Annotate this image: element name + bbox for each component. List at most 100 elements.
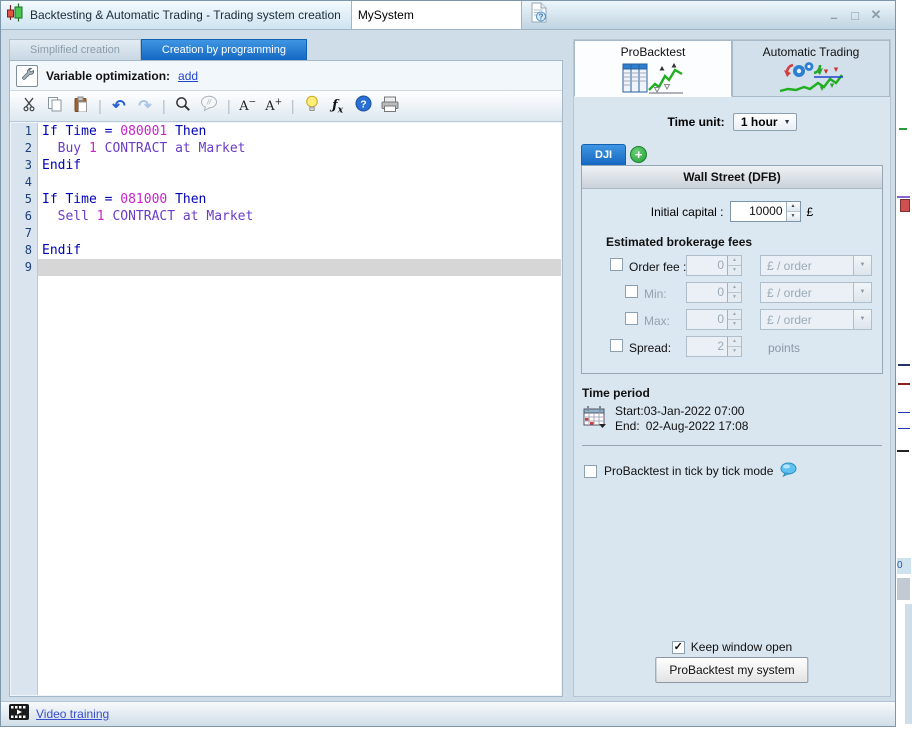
editor-line[interactable]: 7 [11, 225, 561, 242]
tab-market-dji[interactable]: DJI [581, 144, 627, 165]
fee-unit-value: £ / order [767, 313, 812, 327]
editor-line[interactable]: 9 [11, 259, 561, 276]
mode-tab-label: Automatic Trading [762, 45, 860, 59]
editor-line[interactable]: 1 If Time = 080001 Then [11, 123, 561, 140]
spin-down-icon[interactable]: ▼ [728, 293, 741, 302]
spin-down-icon[interactable]: ▼ [728, 320, 741, 329]
font-decrease-icon: A− [239, 97, 257, 114]
toolbar-separator: | [161, 97, 166, 115]
comment-icon: // [200, 95, 219, 117]
speech-bubble-icon[interactable] [780, 462, 797, 480]
spin-down-icon[interactable]: ▼ [728, 266, 741, 275]
calendar-icon[interactable] [583, 404, 607, 434]
search-icon [175, 96, 191, 117]
spinner-buttons[interactable]: ▲ ▼ [785, 202, 800, 221]
spin-up-icon[interactable]: ▲ [728, 256, 741, 266]
fee-unit-dropdown[interactable]: £ / order ▼ [760, 255, 872, 276]
probacktest-run-button[interactable]: ProBacktest my system [655, 657, 809, 683]
spin-up-icon[interactable]: ▲ [728, 337, 741, 347]
period-start-value: 03-Jan-2022 07:00 [643, 404, 745, 418]
toolbar-fx-button[interactable]: ƒx [329, 96, 347, 116]
code-text: If Time = 081000 Then [42, 192, 207, 207]
chevron-down-icon: ▼ [783, 118, 791, 126]
tab-automatic-trading[interactable]: Automatic Trading [732, 40, 890, 97]
chevron-down-icon[interactable]: ▼ [853, 283, 871, 302]
toolbar-paste-button[interactable] [72, 96, 90, 116]
fee-value-spinner[interactable]: 0 ▲ ▼ [686, 282, 742, 303]
fee-value: 2 [717, 339, 724, 353]
initial-capital-spinner[interactable]: 10000 ▲ ▼ [729, 201, 801, 222]
code-editor[interactable]: 1 If Time = 080001 Then 2 Buy 1 CONTRACT a… [11, 123, 561, 695]
tick-mode-checkbox[interactable] [584, 464, 597, 478]
tab-simplified-creation[interactable]: Simplified creation [9, 39, 141, 60]
toolbar-font-decrease-button[interactable]: A− [239, 96, 257, 116]
toolbar-cut-button[interactable] [20, 96, 38, 116]
chevron-down-icon[interactable]: ▼ [853, 256, 871, 275]
code-text: Sell 1 CONTRACT at Market [57, 209, 254, 224]
line-number: 9 [11, 259, 38, 276]
video-training-link[interactable]: Video training [36, 707, 109, 721]
cut-icon [21, 96, 37, 117]
add-variable-link[interactable]: add [178, 69, 198, 83]
spin-down-icon[interactable]: ▼ [786, 212, 800, 221]
fee-checkbox[interactable] [610, 258, 623, 271]
system-help-button[interactable]: ? [522, 1, 555, 29]
toolbar-separator: | [226, 97, 231, 115]
tab-probacktest[interactable]: ProBacktest [574, 40, 732, 97]
print-icon [381, 96, 399, 117]
editor-line[interactable]: 4 [11, 174, 561, 191]
editor-line[interactable]: 2 Buy 1 CONTRACT at Market [11, 140, 561, 157]
fee-value-spinner[interactable]: 2 ▲ ▼ [686, 336, 742, 357]
probacktest-chart-icon [622, 61, 684, 98]
fee-value-spinner[interactable]: 0 ▲ ▼ [686, 255, 742, 276]
help-document-icon: ? [528, 2, 549, 28]
fee-unit-dropdown[interactable]: £ / order ▼ [760, 309, 872, 330]
maximize-icon[interactable]: □ [848, 8, 862, 23]
variable-optimization-button[interactable] [16, 64, 38, 87]
toolbar-help-button[interactable]: ? [355, 95, 373, 116]
keep-window-checkbox[interactable]: ✓ [671, 640, 685, 654]
editor-line[interactable]: 5 If Time = 081000 Then [11, 191, 561, 208]
minimize-icon[interactable]: – [827, 10, 841, 25]
instrument-header: Wall Street (DFB) [582, 166, 882, 189]
spin-down-icon[interactable]: ▼ [728, 347, 741, 356]
left-panel: Simplified creation Creation by programmi… [9, 39, 563, 697]
time-period-row: Start:03-Jan-2022 07:00 End: 02-Aug-2022 … [583, 404, 890, 434]
chevron-down-icon[interactable]: ▼ [853, 310, 871, 329]
fee-value-spinner[interactable]: 0 ▲ ▼ [686, 309, 742, 330]
backtesting-window: Backtesting & Automatic Trading - Tradin… [0, 0, 896, 727]
toolbar-font-increase-button[interactable]: A+ [265, 96, 283, 116]
toolbar-copy-button[interactable] [46, 96, 64, 116]
fee-checkbox[interactable] [625, 312, 638, 325]
toolbar-undo-button[interactable]: ↶ [110, 96, 128, 116]
initial-capital-value: 10000 [749, 204, 783, 218]
tab-creation-by-programming[interactable]: Creation by programming [140, 39, 307, 60]
time-unit-dropdown[interactable]: 1 hour ▼ [732, 113, 797, 131]
editor-toolbar: | ↶ ↷ | // | A− A+ | ƒx? [10, 91, 562, 122]
toolbar-comment-button[interactable]: // [200, 95, 219, 117]
toolbar-bulb-button[interactable] [303, 95, 321, 116]
editor-line[interactable]: 8 Endif [11, 242, 561, 259]
spin-up-icon[interactable]: ▲ [728, 310, 741, 320]
candlestick-app-icon [5, 3, 24, 27]
fee-unit-dropdown[interactable]: £ / order ▼ [760, 282, 872, 303]
spin-up-icon[interactable]: ▲ [728, 283, 741, 293]
add-market-button[interactable]: + [630, 146, 648, 163]
system-name-input[interactable] [351, 1, 522, 29]
film-strip-icon [9, 703, 29, 725]
fee-checkbox[interactable] [625, 285, 638, 298]
close-icon[interactable]: ✕ [869, 7, 883, 23]
code-text [38, 259, 561, 276]
background-axis-label: 0 [897, 558, 911, 574]
toolbar-redo-button[interactable]: ↷ [136, 96, 154, 116]
fee-checkbox[interactable] [610, 339, 623, 352]
editor-line[interactable]: 3 Endif [11, 157, 561, 174]
code-text: Endif [42, 243, 82, 258]
font-increase-icon: A+ [265, 97, 283, 114]
toolbar-print-button[interactable] [381, 96, 399, 116]
spin-up-icon[interactable]: ▲ [786, 202, 800, 212]
toolbar-search-button[interactable] [174, 96, 192, 116]
editor-line[interactable]: 6 Sell 1 CONTRACT at Market [11, 208, 561, 225]
mode-tab-label: ProBacktest [620, 45, 686, 59]
